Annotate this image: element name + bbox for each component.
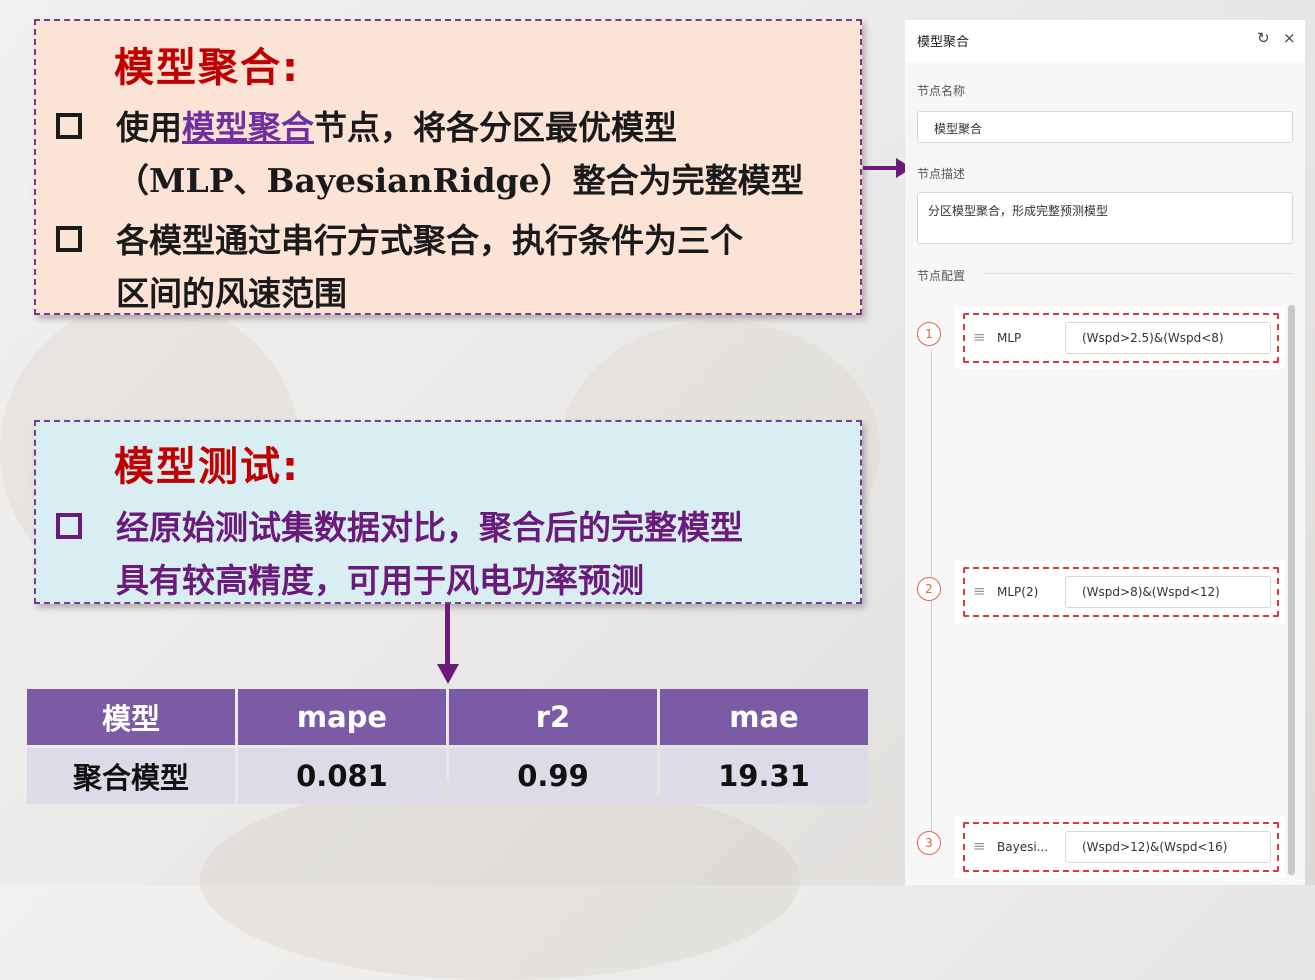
drag-handle-icon[interactable]: ≡ [973,837,986,855]
bullet-text: 使用 [116,108,182,147]
model-aggregation-box: 模型聚合: 使用模型聚合节点，将各分区最优模型 （MLP、BayesianRid… [34,19,862,315]
node-desc-textarea[interactable]: 分区模型聚合，形成完整预测模型 [917,192,1293,244]
close-icon[interactable]: × [1283,29,1296,47]
checkbox-square-icon [56,226,82,252]
node-desc-label: 节点描述 [917,167,966,181]
bullet-text: 各模型通过串行方式聚合，执行条件为三个 [116,221,743,260]
table-row: 聚合模型 0.081 0.99 19.31 [27,748,868,804]
bullet-text: 具有较高精度，可用于风电功率预测 [116,561,644,600]
model-test-box: 模型测试: 经原始测试集数据对比，聚合后的完整模型 具有较高精度，可用于风电功率… [34,420,862,604]
background-decoration [200,780,800,980]
table-cell: 0.99 [449,748,657,804]
checkbox-square-icon [56,513,82,539]
table-header-cell: mae [660,689,868,745]
panel-header: 模型聚合 ↻ × [905,20,1305,62]
node-config-panel: 模型聚合 ↻ × 节点名称 模型聚合 节点描述 分区模型聚合，形成完整预测模型 … [905,20,1305,885]
step-model-name: MLP(2) [997,585,1039,599]
bullet-text: 区间的风速范围 [116,274,347,313]
refresh-icon[interactable]: ↻ [1257,29,1270,47]
table-cell: 0.081 [238,748,446,804]
step-number: 1 [917,322,941,346]
step-condition-input[interactable]: (Wspd>2.5)&(Wspd<8) [1065,322,1271,354]
step-model-name: MLP [997,331,1022,345]
arrow-down-head [437,664,459,684]
drag-handle-icon[interactable]: ≡ [973,582,986,600]
section-title: 模型测试: [114,444,300,490]
bullet-text: 节点，将各分区最优模型 [314,108,677,147]
node-name-label: 节点名称 [917,84,966,98]
bullet-text: 经原始测试集数据对比，聚合后的完整模型 [116,508,743,547]
section-title: 模型聚合: [114,45,300,91]
step-number: 3 [917,831,941,855]
node-config-label: 节点配置 [917,269,966,283]
bullet-aggregation: 使用模型聚合节点，将各分区最优模型 （MLP、BayesianRidge）整合为… [56,101,804,207]
step-number: 2 [917,577,941,601]
table-cell: 19.31 [660,748,868,804]
divider [985,273,1293,274]
aggregation-link[interactable]: 模型聚合 [182,108,314,147]
step-model-name: Bayesi... [997,840,1049,854]
table-header-cell: 模型 [27,689,235,745]
drag-handle-icon[interactable]: ≡ [973,328,986,346]
table-cell: 聚合模型 [27,748,235,804]
checkbox-square-icon [56,113,82,139]
arrow-down [445,604,450,668]
bullet-serial: 各模型通过串行方式聚合，执行条件为三个 区间的风速范围 [56,214,743,320]
model-names: MLP、BayesianRidge [149,161,540,200]
step-condition-input[interactable]: (Wspd>8)&(Wspd<12) [1065,576,1271,608]
panel-title: 模型聚合 [917,35,970,50]
step-condition-input[interactable]: (Wspd>12)&(Wspd<16) [1065,831,1271,863]
table-header-row: 模型 mape r2 mae [27,689,868,745]
node-name-input[interactable]: 模型聚合 [917,111,1293,143]
results-table: 模型 mape r2 mae 聚合模型 0.081 0.99 19.31 [24,686,871,807]
table-header-cell: mape [238,689,446,745]
bullet-text: ）整合为完整模型 [539,161,804,200]
bullet-text: （ [116,161,149,200]
scrollbar[interactable] [1288,305,1295,875]
bullet-test: 经原始测试集数据对比，聚合后的完整模型 具有较高精度，可用于风电功率预测 [56,501,743,607]
table-header-cell: r2 [449,689,657,745]
